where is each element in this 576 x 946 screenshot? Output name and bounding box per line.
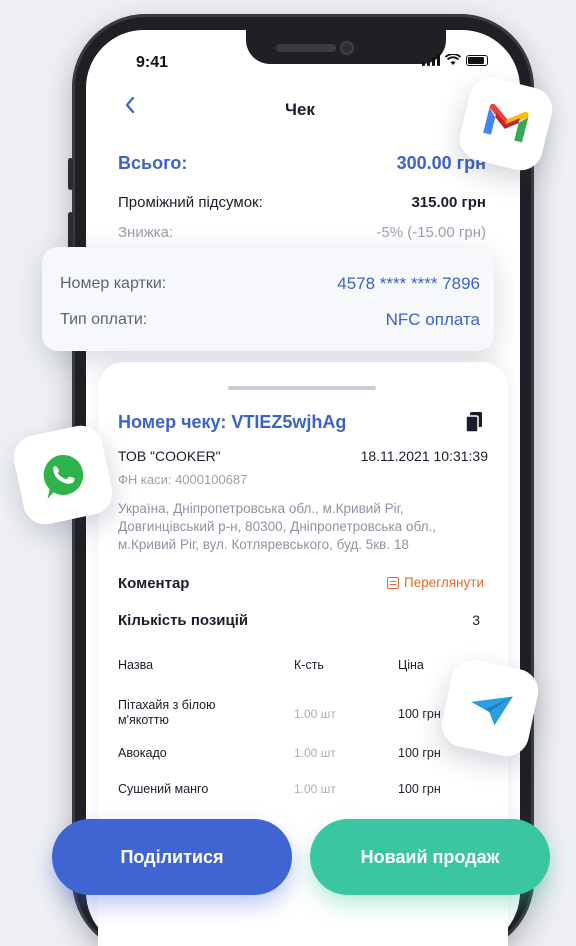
- item-name: Сушений манго: [118, 782, 209, 796]
- discount-value: -5% (-15.00 грн): [376, 224, 486, 241]
- status-time: 9:41: [136, 54, 169, 71]
- item-price: 100 грн: [398, 782, 441, 796]
- item-count-value: 3: [472, 612, 480, 628]
- document-icon: [387, 576, 400, 589]
- telegram-icon: [470, 696, 513, 726]
- gmail-icon: [483, 103, 529, 143]
- status-icons: [422, 54, 488, 66]
- column-header-qty: К-сть: [294, 658, 324, 672]
- column-header-price: Ціна: [398, 658, 424, 672]
- mute-switch: [68, 158, 73, 190]
- item-qty: 1.00 шт: [294, 746, 336, 760]
- view-comment-label: Переглянути: [404, 575, 484, 590]
- whatsapp-icon: [43, 454, 84, 499]
- receipt-datetime: 18.11.2021 10:31:39: [360, 448, 488, 464]
- item-name: Авокадо: [118, 746, 167, 760]
- item-count-label: Кількість позицій: [118, 612, 249, 629]
- page-title: Чек: [285, 100, 315, 119]
- item-qty: 1.00 шт: [294, 782, 336, 796]
- payment-card: Номер картки: 4578 **** **** 7896 Тип оп…: [42, 247, 494, 351]
- subtotal-label: Проміжний підсумок:: [118, 194, 263, 211]
- address: Україна, Дніпропетровська обл., м.Кривий…: [118, 501, 436, 552]
- signal-icon: [422, 54, 440, 66]
- wifi-icon: [445, 54, 461, 65]
- column-header-name: Назва: [118, 658, 154, 672]
- card-number-label: Номер картки:: [60, 275, 167, 292]
- card-number-value: 4578 **** **** 7896: [337, 274, 480, 293]
- item-name: Пітахайя з білою м'якоттю: [118, 698, 216, 727]
- payment-type-value: NFC оплата: [385, 310, 480, 329]
- back-button[interactable]: [124, 93, 136, 121]
- share-button[interactable]: Поділитися: [52, 819, 292, 895]
- new-sale-button[interactable]: Новаий продаж: [310, 819, 550, 895]
- view-comment-link[interactable]: Переглянути: [387, 575, 484, 590]
- copy-icon[interactable]: [466, 412, 482, 432]
- chevron-left-icon: [125, 96, 135, 114]
- total-label: Всього:: [118, 153, 188, 173]
- sheet-handle[interactable]: [228, 386, 376, 390]
- payment-type-label: Тип оплати:: [60, 311, 148, 328]
- speaker: [276, 44, 336, 52]
- item-qty: 1.00 шт: [294, 707, 336, 721]
- camera: [340, 41, 354, 55]
- item-price: 100 грн: [398, 746, 441, 760]
- discount-label: Знижка:: [118, 224, 174, 241]
- fiscal-number: ФН каси: 4000100687: [118, 472, 248, 487]
- item-price: 100 грн: [398, 707, 441, 721]
- subtotal-value: 315.00 грн: [411, 194, 486, 211]
- receipt-number: Номер чеку: VTIEZ5wjhAg: [118, 412, 347, 432]
- battery-icon: [466, 54, 488, 66]
- comment-label: Коментар: [118, 575, 190, 592]
- company-name: ТОВ "COOKER": [118, 448, 221, 464]
